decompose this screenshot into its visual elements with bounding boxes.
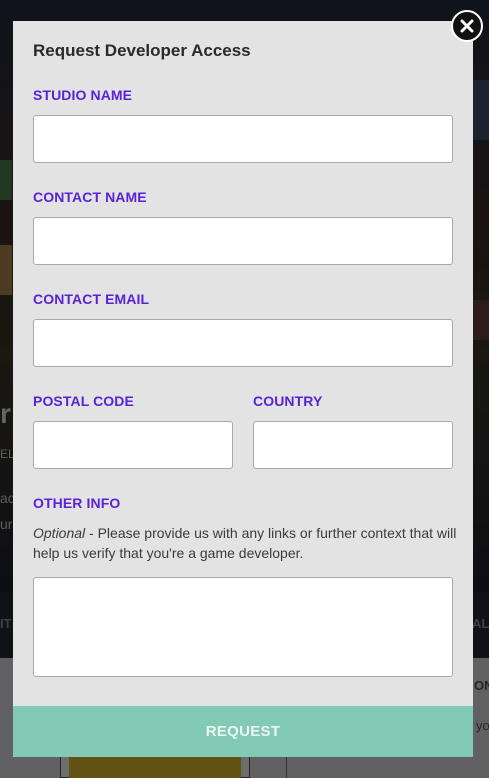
country-label: COUNTRY — [253, 393, 323, 409]
contact-name-label: CONTACT NAME — [33, 189, 147, 205]
other-info-textarea[interactable] — [33, 577, 453, 677]
request-button[interactable]: REQUEST — [13, 706, 473, 757]
other-info-hint: Optional - Please provide us with any li… — [33, 523, 458, 563]
close-button[interactable] — [451, 10, 483, 42]
studio-name-input[interactable] — [33, 115, 453, 163]
contact-email-label: CONTACT EMAIL — [33, 291, 150, 307]
country-input[interactable] — [253, 421, 453, 469]
modal-title: Request Developer Access — [33, 41, 251, 60]
postal-code-label: POSTAL CODE — [33, 393, 134, 409]
close-icon — [460, 19, 474, 33]
request-access-modal: Request Developer Access STUDIO NAME CON… — [13, 21, 473, 757]
hint-text: - Please provide us with any links or fu… — [33, 525, 457, 561]
studio-name-label: STUDIO NAME — [33, 87, 133, 103]
contact-email-input[interactable] — [33, 319, 453, 367]
optional-tag: Optional — [33, 525, 86, 541]
other-info-label: OTHER INFO — [33, 495, 121, 511]
postal-code-input[interactable] — [33, 421, 233, 469]
contact-name-input[interactable] — [33, 217, 453, 265]
